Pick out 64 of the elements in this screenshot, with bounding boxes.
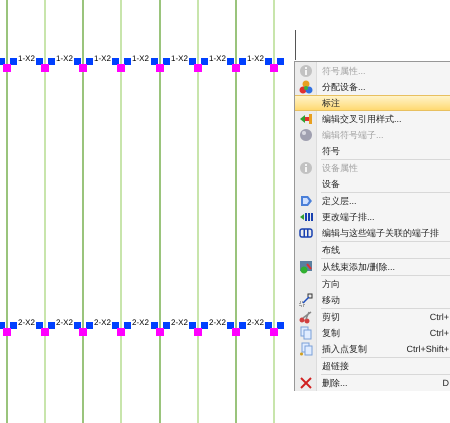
terminal-icon — [112, 58, 131, 72]
terminal-icon — [189, 322, 208, 336]
terminal-label: 1-X2 — [132, 54, 149, 63]
menu-item[interactable]: 定义层... — [295, 193, 450, 209]
menu-item[interactable]: 删除... D — [295, 375, 450, 391]
menu-item[interactable]: 更改端子排... — [295, 209, 450, 225]
terminal-icon — [36, 58, 55, 72]
copy-icon — [299, 342, 313, 356]
menu-item[interactable]: 插入点复制 Ctrl+Shift+ — [295, 341, 450, 357]
scissors-icon — [299, 310, 313, 324]
menu-item[interactable]: 分配设备... — [295, 79, 450, 95]
terminal-icon — [265, 58, 284, 72]
menu-item[interactable]: 剪切 Ctrl+ — [295, 309, 450, 325]
terminal-label: 2-X2 — [18, 318, 35, 327]
layers-icon — [299, 194, 313, 208]
terminal-label: 1-X2 — [56, 54, 73, 63]
info-icon — [299, 161, 313, 175]
menu-item[interactable]: 从线束添加/删除... — [295, 259, 450, 275]
terminal-icon — [74, 58, 93, 72]
terminal-icon — [74, 322, 93, 336]
terminal-icon — [227, 58, 246, 72]
terminal-strip-icon — [299, 226, 313, 240]
shortcut-label: D — [442, 377, 450, 389]
terminal-icon — [265, 322, 284, 336]
terminal-icon — [112, 322, 131, 336]
menu-item[interactable]: 标注 — [295, 95, 450, 111]
terminal-label: 2-X2 — [132, 318, 149, 327]
shortcut-label: Ctrl+Shift+ — [406, 343, 450, 355]
terminal-label: 1-X2 — [18, 54, 35, 63]
shapes-icon — [299, 80, 313, 94]
shortcut-label: Ctrl+ — [430, 327, 450, 339]
terminal-icon — [0, 58, 17, 72]
terminal-strip-icon — [299, 210, 313, 224]
terminal-label: 2-X2 — [171, 318, 188, 327]
menu-item[interactable]: 复制 Ctrl+ — [295, 325, 450, 341]
arrow-icon — [299, 112, 313, 126]
move-icon — [299, 293, 313, 307]
terminal-icon — [151, 58, 170, 72]
delete-icon — [299, 376, 313, 390]
menu-item[interactable]: 符号 — [295, 143, 450, 159]
terminal-label: 1-X2 — [209, 54, 226, 63]
menu-item[interactable]: 设备 — [295, 176, 450, 192]
menu-item[interactable]: 超链接 — [295, 358, 450, 374]
terminal-label: 1-X2 — [94, 54, 111, 63]
terminal-label: 2-X2 — [94, 318, 111, 327]
terminal-label: 2-X2 — [247, 318, 264, 327]
menu-item[interactable]: 编辑与这些端子关联的端子排 — [295, 225, 450, 241]
shortcut-label: Ctrl+ — [430, 311, 450, 323]
terminal-icon — [189, 58, 208, 72]
terminal-icon — [151, 322, 170, 336]
menu-item[interactable]: 移动 — [295, 292, 450, 308]
terminal-label: 2-X2 — [209, 318, 226, 327]
terminal-label: 1-X2 — [171, 54, 188, 63]
menu-item[interactable]: 编辑交叉引用样式... — [295, 111, 450, 127]
menu-item[interactable]: 布线 — [295, 242, 450, 258]
menu-item[interactable]: 方向 — [295, 276, 450, 292]
terminal-icon — [36, 322, 55, 336]
terminal-label: 1-X2 — [247, 54, 264, 63]
info-icon — [299, 64, 313, 78]
terminal-label: 2-X2 — [56, 318, 73, 327]
terminal-icon — [227, 322, 246, 336]
terminal-icon — [0, 322, 17, 336]
copy-icon — [299, 326, 313, 340]
sphere-icon — [299, 128, 313, 142]
